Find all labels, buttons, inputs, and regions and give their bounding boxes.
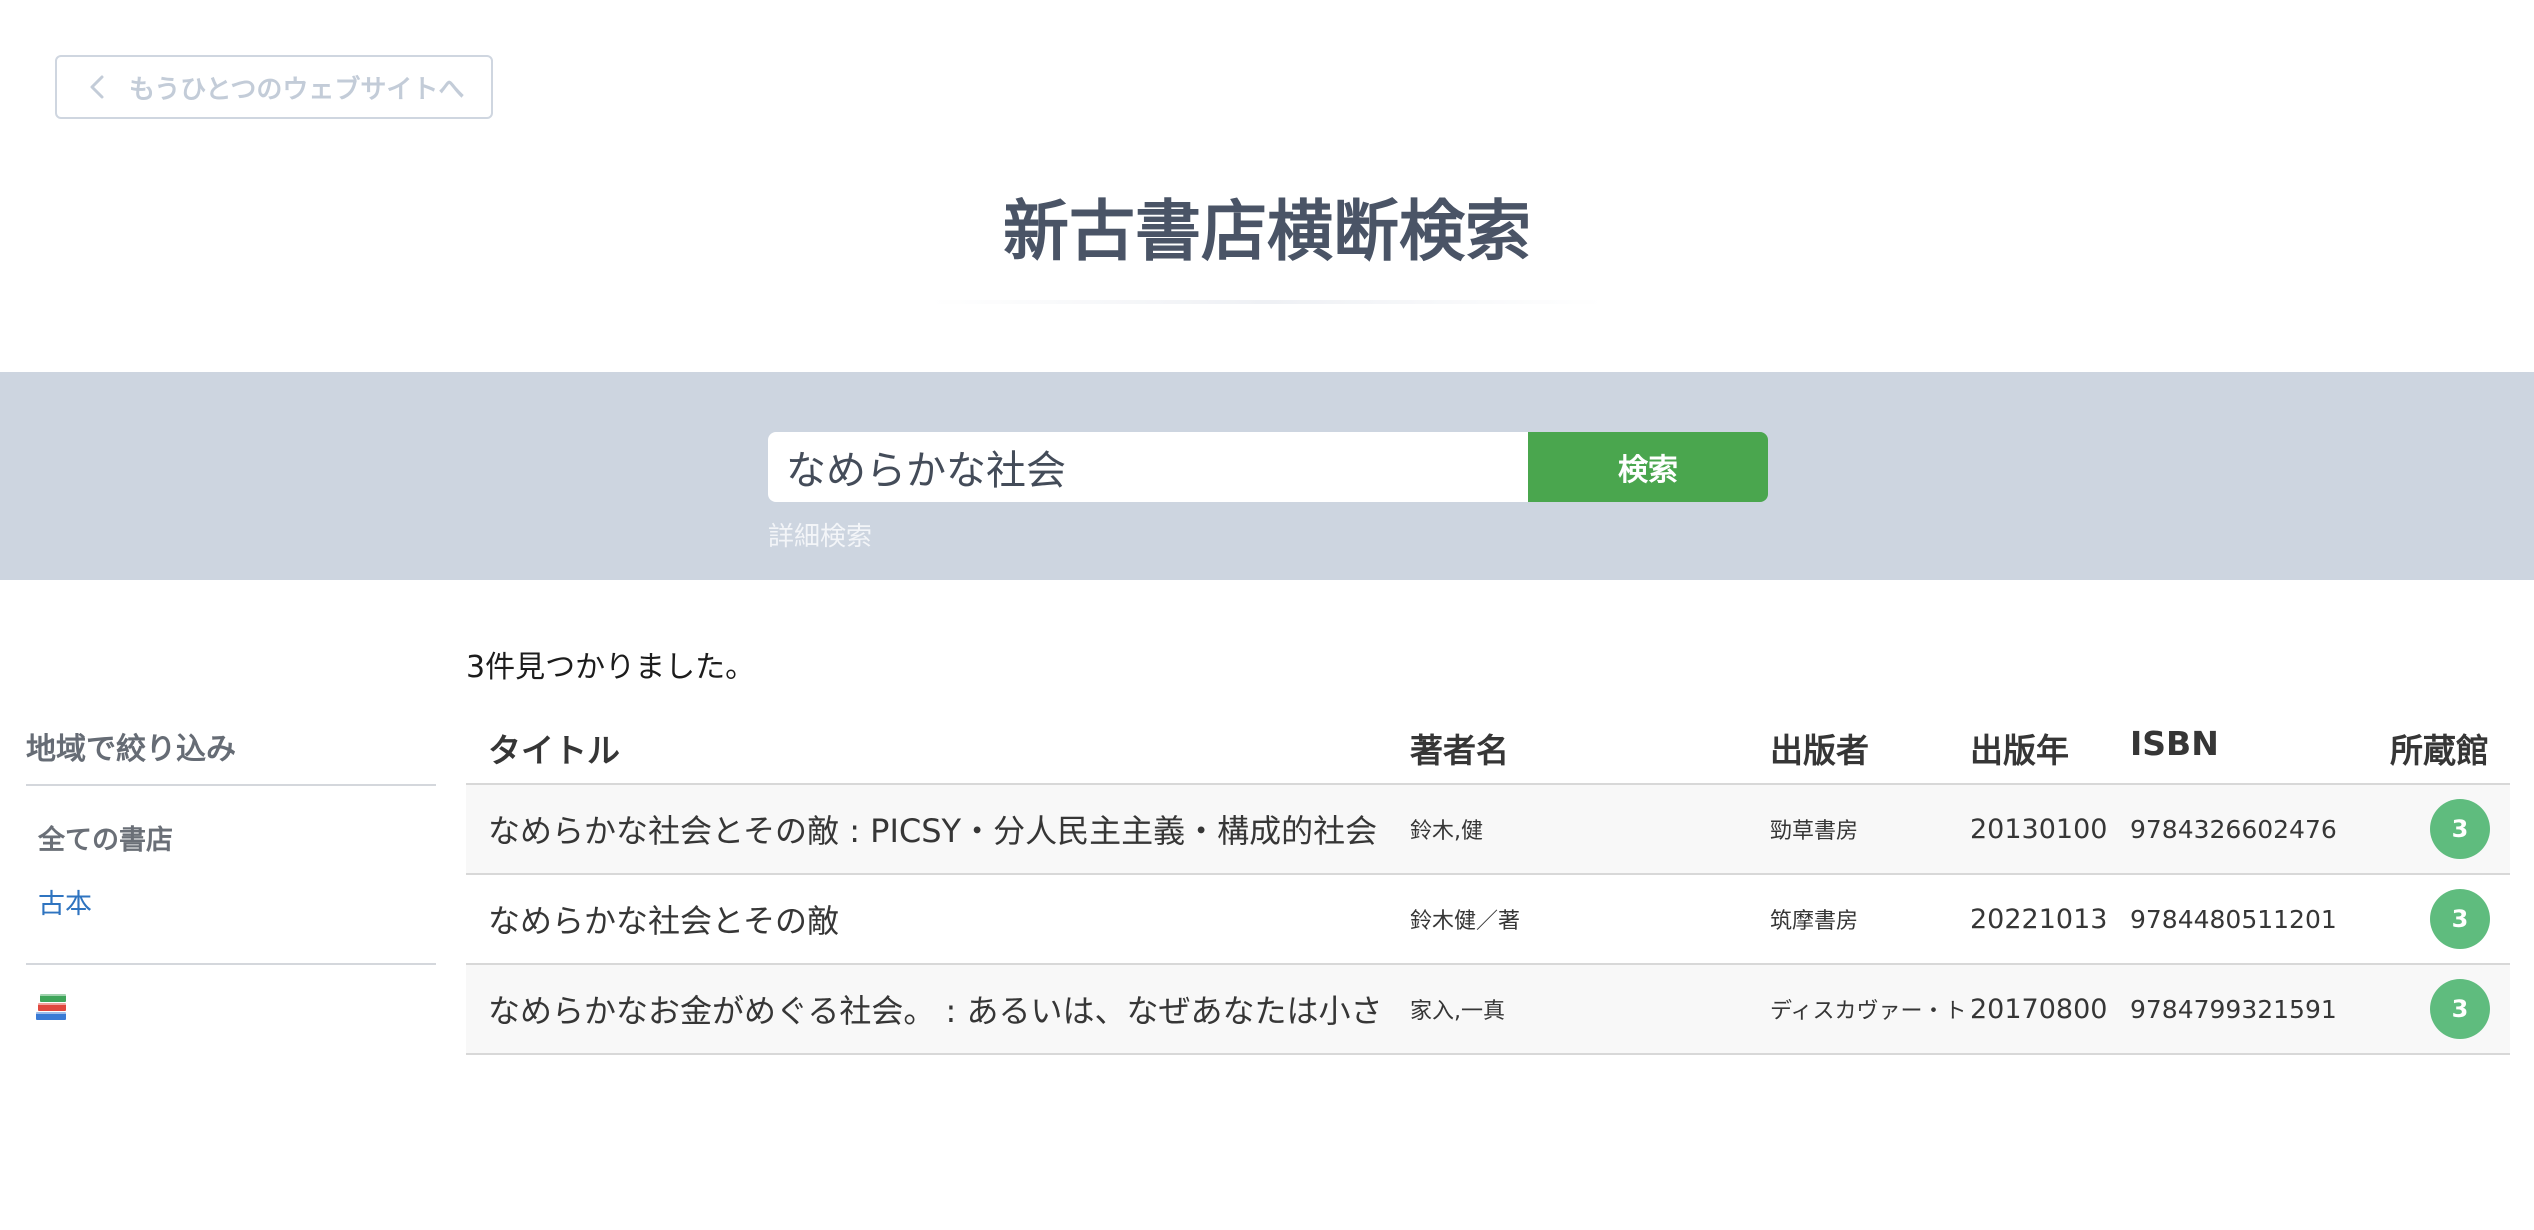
isbn-cell: 9784326602476 (2130, 814, 2337, 844)
chevron-left-icon (90, 75, 104, 99)
back-button-label: もうひとつのウェブサイトへ (129, 74, 465, 105)
sidebar-item-all-stores[interactable]: 全ての書店 (38, 818, 173, 857)
year-cell: 20221013 (1970, 903, 2108, 935)
book-title-cell[interactable]: なめらかなお金がめぐる社会。 : あるいは、なぜあなたは小さ (488, 965, 1388, 1053)
column-header-holdings: 所蔵館 (2390, 731, 2489, 770)
book-title-cell[interactable]: なめらかな社会とその敵 (488, 875, 1388, 963)
column-header-title: タイトル (488, 731, 620, 770)
column-header-year: 出版年 (1970, 731, 2069, 770)
year-cell: 20170800 (1970, 993, 2108, 1025)
sidebar-divider (26, 784, 436, 786)
back-to-other-site-button[interactable]: もうひとつのウェブサイトへ (55, 55, 493, 119)
result-count: 3件見つかりました。 (466, 650, 756, 685)
row-divider (466, 1053, 2510, 1055)
holdings-count-badge[interactable]: 3 (2430, 889, 2490, 949)
publisher-cell: 筑摩書房 (1770, 909, 1859, 934)
search-input[interactable] (768, 432, 1528, 502)
table-row[interactable]: なめらかなお金がめぐる社会。 : あるいは、なぜあなたは小さ 家入,一真 ディス… (466, 965, 2510, 1053)
isbn-cell: 9784799321591 (2130, 994, 2337, 1024)
author-cell: 鈴木健／著 (1410, 909, 1521, 934)
holdings-count-badge[interactable]: 3 (2430, 799, 2490, 859)
advanced-search-link[interactable]: 詳細検索 (768, 516, 872, 553)
sidebar-divider (26, 963, 436, 965)
column-header-publisher: 出版者 (1770, 731, 1869, 770)
sidebar-item-used-books[interactable]: 古本 (38, 882, 92, 921)
author-cell: 鈴木,健 (1410, 819, 1483, 844)
author-cell: 家入,一真 (1410, 999, 1505, 1024)
filter-heading: 地域で絞り込み (26, 732, 236, 767)
table-row[interactable]: なめらかな社会とその敵 : PICSY・分人民主主義・構成的社会 鈴木,健 勁草… (466, 785, 2510, 873)
column-header-author: 著者名 (1410, 731, 1509, 770)
publisher-cell: ディスカヴァー・ト (1770, 999, 1966, 1024)
year-cell: 20130100 (1970, 813, 2108, 845)
book-title-cell[interactable]: なめらかな社会とその敵 : PICSY・分人民主主義・構成的社会 (488, 785, 1388, 873)
books-icon (36, 994, 66, 1020)
title-divider (930, 300, 1604, 304)
search-button[interactable]: 検索 (1528, 432, 1768, 502)
isbn-cell: 9784480511201 (2130, 904, 2337, 934)
holdings-count-badge[interactable]: 3 (2430, 979, 2490, 1039)
page-title: 新古書店横断検索 (1003, 193, 1531, 270)
table-row[interactable]: なめらかな社会とその敵 鈴木健／著 筑摩書房 20221013 97844805… (466, 875, 2510, 963)
publisher-cell: 勁草書房 (1770, 819, 1859, 844)
column-header-isbn: ISBN (2130, 724, 2219, 763)
